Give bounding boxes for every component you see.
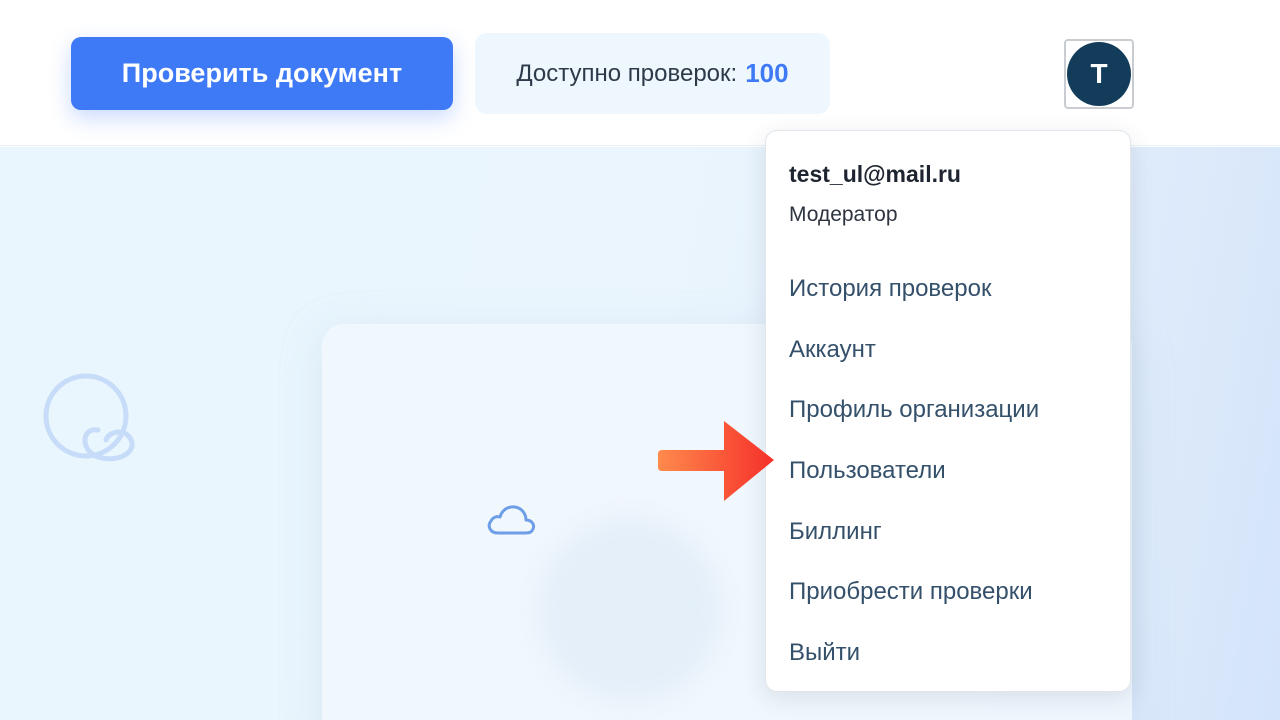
avatar: T bbox=[1067, 42, 1131, 106]
check-document-button[interactable]: Проверить документ bbox=[71, 37, 453, 110]
arrow-right-icon bbox=[658, 421, 774, 501]
menu-item-users[interactable]: Пользователи bbox=[789, 441, 1039, 502]
menu-item-logout[interactable]: Выйти bbox=[789, 623, 1039, 684]
quota-badge: Доступно проверок: 100 bbox=[475, 33, 830, 114]
user-dropdown-menu: test_ul@mail.ru Модератор История провер… bbox=[765, 130, 1131, 692]
menu-item-account[interactable]: Аккаунт bbox=[789, 320, 1039, 381]
page: Проверить документ Доступно проверок: 10… bbox=[0, 0, 1280, 720]
cloud-icon bbox=[487, 505, 536, 535]
quota-count: 100 bbox=[745, 58, 789, 88]
menu-item-buy-checks[interactable]: Приобрести проверки bbox=[789, 562, 1039, 623]
avatar-initial: T bbox=[1090, 58, 1108, 89]
menu-item-billing[interactable]: Биллинг bbox=[789, 501, 1039, 562]
quota-label: Доступно проверок: bbox=[516, 59, 738, 87]
logo-decoration-icon bbox=[43, 373, 135, 462]
top-header: Проверить документ Доступно проверок: 10… bbox=[0, 0, 1280, 146]
user-role: Модератор bbox=[789, 203, 898, 226]
avatar-button[interactable]: T bbox=[1064, 39, 1134, 109]
user-email: test_ul@mail.ru bbox=[789, 161, 961, 187]
menu-list: История проверок Аккаунт Профиль организ… bbox=[789, 259, 1039, 683]
menu-item-organization-profile[interactable]: Профиль организации bbox=[789, 380, 1039, 441]
card-glow bbox=[540, 520, 720, 700]
menu-item-check-history[interactable]: История проверок bbox=[789, 259, 1039, 320]
